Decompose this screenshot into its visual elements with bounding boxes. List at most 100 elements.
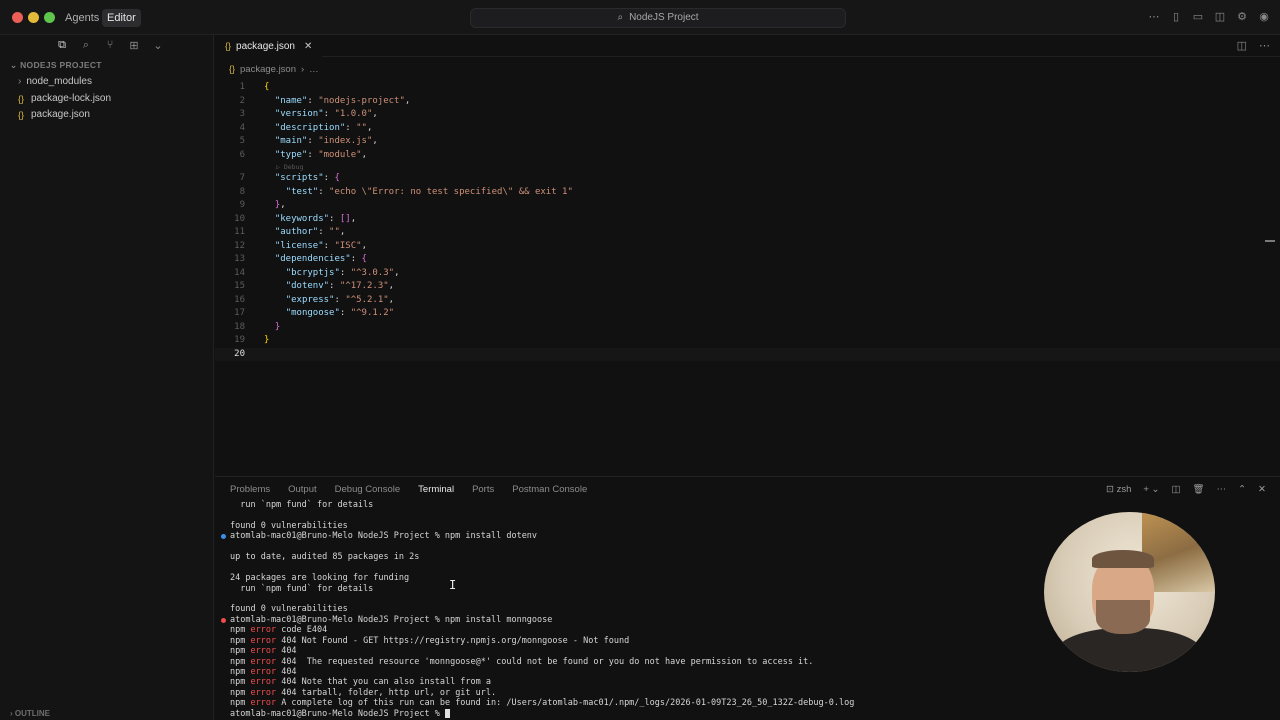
- more-icon[interactable]: ⋯: [1217, 484, 1227, 495]
- breadcrumb-separator: ›: [301, 64, 305, 75]
- line-number: 2: [239, 95, 245, 106]
- title-bar: Agents Editor ⌕ NodeJS Project ⋯ ▯ ▭ ◫ ⚙ …: [0, 0, 1280, 35]
- line-number: 4: [239, 122, 245, 133]
- line-number: 20: [234, 348, 245, 359]
- scrollbar-thumb[interactable]: [1265, 240, 1275, 242]
- line-number: 12: [234, 240, 245, 251]
- code-line: 18 }: [215, 321, 1280, 335]
- command-center-label: NodeJS Project: [629, 12, 699, 23]
- outline-label: OUTLINE: [14, 709, 50, 718]
- tree-item-package-lock-json[interactable]: {} package-lock.json: [18, 93, 111, 104]
- breadcrumb-file[interactable]: package.json: [240, 64, 296, 75]
- toggle-panel-icon[interactable]: ▭: [1192, 10, 1204, 23]
- tab-package-json[interactable]: {} package.json ✕: [215, 35, 323, 57]
- code-line: 14 "bcryptjs": "^3.0.3",: [215, 267, 1280, 281]
- tree-item-package-json[interactable]: {} package.json: [18, 109, 90, 120]
- terminal-error-line: npm error 404 tarball, folder, http url,…: [230, 687, 497, 698]
- line-number: 17: [234, 308, 245, 318]
- close-icon[interactable]: ✕: [304, 41, 312, 52]
- line-number: 13: [234, 254, 245, 264]
- extensions-icon[interactable]: ⊞: [127, 39, 141, 55]
- command-center[interactable]: ⌕ NodeJS Project: [470, 8, 846, 28]
- webcam-overlay: [1044, 512, 1215, 672]
- split-terminal-icon[interactable]: ◫: [1172, 484, 1181, 495]
- chevron-down-icon[interactable]: ⌄: [151, 39, 165, 55]
- code-line-current: 20: [215, 347, 1280, 361]
- explorer-title[interactable]: ⌄ NODEJS PROJECT: [10, 60, 102, 71]
- line-number: 3: [239, 109, 245, 119]
- json-file-icon: {}: [229, 64, 236, 74]
- debug-codelens[interactable]: ▷ Debug: [215, 162, 1280, 172]
- code-line: 3 "version": "1.0.0",: [215, 108, 1280, 122]
- explorer-icon[interactable]: ⧉: [55, 39, 69, 55]
- shell-label: zsh: [1116, 484, 1132, 495]
- code-line: 11 "author": "",: [215, 226, 1280, 240]
- code-line: 8 "test": "echo \"Error: no test specifi…: [215, 186, 1280, 200]
- tab-ports[interactable]: Ports: [472, 484, 494, 495]
- chevron-down-icon: ⌄: [10, 60, 21, 70]
- tab-debug-console[interactable]: Debug Console: [335, 484, 401, 495]
- new-terminal-icon[interactable]: + ⌄: [1143, 484, 1159, 495]
- tab-label: package.json: [236, 40, 295, 52]
- kill-terminal-icon[interactable]: 🗑: [1193, 484, 1205, 495]
- terminal-icon: ⊡: [1105, 484, 1117, 495]
- line-number: 9: [239, 200, 245, 210]
- source-control-icon[interactable]: ⑂: [103, 39, 117, 55]
- editor-mode-tab[interactable]: Editor: [102, 9, 141, 27]
- panel-actions: ⊡ zsh + ⌄ ◫ 🗑 ⋯ ⌃ ✕: [1106, 484, 1266, 495]
- tab-postman-console[interactable]: Postman Console: [512, 484, 587, 495]
- code-line: 19}: [215, 334, 1280, 348]
- code-line: 4 "description": "",: [215, 122, 1280, 136]
- maximize-window-button[interactable]: [44, 12, 55, 23]
- maximize-panel-icon[interactable]: ⌃: [1238, 484, 1246, 495]
- more-icon[interactable]: ⋯: [1259, 39, 1270, 52]
- tab-problems[interactable]: Problems: [230, 484, 270, 495]
- json-file-icon: {}: [18, 109, 25, 120]
- agents-mode-tab[interactable]: Agents: [60, 9, 104, 27]
- split-editor-icon[interactable]: ◫: [1237, 39, 1247, 52]
- line-number: 5: [239, 136, 245, 146]
- editor: {} package.json ✕ ◫ ⋯ {} package.json › …: [215, 35, 1280, 475]
- terminal-error-line: npm error A complete log of this run can…: [230, 698, 855, 709]
- panel-tabs: Problems Output Debug Console Terminal P…: [230, 484, 587, 495]
- json-file-icon: {}: [225, 41, 232, 51]
- command-success-dot[interactable]: [221, 534, 226, 540]
- outline-section[interactable]: › OUTLINE: [10, 709, 50, 718]
- line-number: 18: [234, 321, 245, 332]
- code-line: 13 "dependencies": {: [215, 253, 1280, 267]
- breadcrumb: {} package.json › …: [229, 64, 319, 75]
- code-line: 2 "name": "nodejs-project",: [215, 95, 1280, 109]
- more-icon[interactable]: ⋯: [1148, 10, 1160, 23]
- tab-output[interactable]: Output: [288, 484, 317, 495]
- line-number: 15: [234, 281, 245, 291]
- tab-terminal[interactable]: Terminal: [418, 484, 454, 495]
- code-line: 12 "license": "ISC",: [215, 240, 1280, 254]
- mouse-ibeam-cursor-icon: I: [449, 578, 457, 592]
- sidebar-toolbar: ⧉ ⌕ ⑂ ⊞ ⌄: [0, 35, 213, 55]
- close-window-button[interactable]: [12, 12, 23, 23]
- presenter-beard: [1096, 600, 1150, 634]
- tree-item-node-modules[interactable]: › node_modules: [18, 76, 92, 87]
- editor-actions: ◫ ⋯: [1237, 39, 1270, 52]
- line-number: 16: [234, 294, 245, 305]
- search-icon[interactable]: ⌕: [79, 39, 93, 55]
- breadcrumb-more[interactable]: …: [309, 64, 319, 75]
- tree-item-label: node_modules: [26, 76, 92, 87]
- line-number: 1: [239, 82, 245, 92]
- editor-tab-bar: {} package.json ✕ ◫ ⋯: [215, 35, 1280, 57]
- terminal-error-line: npm error 404 Note that you can also ins…: [230, 677, 492, 688]
- terminal-shell-selector[interactable]: ⊡ zsh: [1106, 484, 1131, 495]
- account-icon[interactable]: ◉: [1258, 10, 1270, 23]
- code-area[interactable]: 1{ 2 "name": "nodejs-project", 3 "versio…: [215, 81, 1280, 361]
- toggle-sidebar-icon[interactable]: ▯: [1170, 10, 1182, 23]
- command-error-dot[interactable]: [221, 617, 226, 623]
- terminal-prompt-line: atomlab-mac01@Bruno-Melo NodeJS Project …: [230, 708, 1270, 719]
- sidebar: ⧉ ⌕ ⑂ ⊞ ⌄ ⌄ NODEJS PROJECT › node_module…: [0, 35, 214, 720]
- settings-gear-icon[interactable]: ⚙: [1236, 10, 1248, 23]
- close-panel-icon[interactable]: ✕: [1258, 484, 1266, 495]
- code-line: 7 "scripts": {: [215, 172, 1280, 186]
- minimize-window-button[interactable]: [28, 12, 39, 23]
- layout-icon[interactable]: ◫: [1214, 10, 1226, 23]
- code-line: 1{: [215, 81, 1280, 95]
- code-line: 16 "express": "^5.2.1",: [215, 294, 1280, 308]
